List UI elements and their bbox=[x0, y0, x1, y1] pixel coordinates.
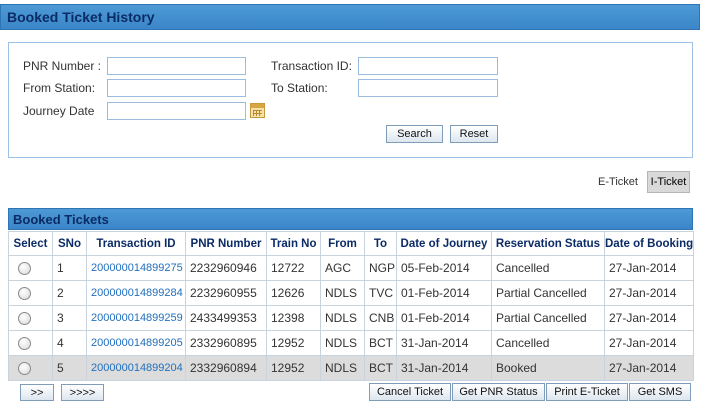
get-sms-button[interactable]: Get SMS bbox=[629, 383, 691, 401]
row-date-of-journey: 01-Feb-2014 bbox=[396, 305, 492, 331]
table-row[interactable]: 4 200000014899205 2332960895 12952 NDLS … bbox=[8, 330, 694, 356]
row-from: NDLS bbox=[320, 355, 365, 381]
row-train-no: 12722 bbox=[266, 255, 321, 281]
row-from: AGC bbox=[320, 255, 365, 281]
from-station-input[interactable] bbox=[107, 79, 246, 97]
row-date-of-booking: 27-Jan-2014 bbox=[604, 255, 694, 281]
row-train-no: 12952 bbox=[266, 330, 321, 356]
row-train-no: 12952 bbox=[266, 355, 321, 381]
transaction-id-label: Transaction ID: bbox=[271, 59, 352, 73]
row-pnr: 2332960895 bbox=[185, 330, 267, 356]
journey-date-label: Journey Date bbox=[23, 104, 95, 118]
row-select-radio[interactable] bbox=[18, 287, 31, 301]
row-pnr: 2232960955 bbox=[185, 280, 267, 306]
row-select-radio[interactable] bbox=[18, 362, 31, 376]
row-select-radio[interactable] bbox=[18, 337, 31, 351]
get-pnr-status-button[interactable]: Get PNR Status bbox=[452, 383, 545, 401]
col-from: From bbox=[320, 231, 365, 256]
row-sno: 5 bbox=[52, 355, 87, 381]
to-station-input[interactable] bbox=[358, 79, 498, 97]
row-sno: 2 bbox=[52, 280, 87, 306]
row-date-of-booking: 27-Jan-2014 bbox=[604, 305, 694, 331]
row-pnr: 2332960894 bbox=[185, 355, 267, 381]
row-date-of-booking: 27-Jan-2014 bbox=[604, 280, 694, 306]
row-pnr: 2433499353 bbox=[185, 305, 267, 331]
col-train-no: Train No bbox=[266, 231, 321, 256]
cancel-ticket-button[interactable]: Cancel Ticket bbox=[369, 383, 451, 401]
row-select-radio[interactable] bbox=[18, 262, 31, 276]
row-date-of-journey: 31-Jan-2014 bbox=[396, 355, 492, 381]
col-reservation-status: Reservation Status bbox=[491, 231, 605, 256]
row-sno: 1 bbox=[52, 255, 87, 281]
to-station-label: To Station: bbox=[271, 81, 328, 95]
booked-tickets-table: Select SNo Transaction ID PNR Number Tra… bbox=[8, 231, 694, 381]
row-date-of-booking: 27-Jan-2014 bbox=[604, 355, 694, 381]
table-header-row: Select SNo Transaction ID PNR Number Tra… bbox=[8, 231, 694, 256]
tab-iticket[interactable]: I-Ticket bbox=[647, 171, 690, 193]
table-row[interactable]: 1 200000014899275 2232960946 12722 AGC N… bbox=[8, 255, 694, 281]
row-from: NDLS bbox=[320, 330, 365, 356]
last-page-button[interactable]: >>>> bbox=[61, 384, 104, 401]
row-from: NDLS bbox=[320, 305, 365, 331]
row-to: TVC bbox=[364, 280, 397, 306]
reset-button[interactable]: Reset bbox=[450, 125, 498, 143]
row-status: Booked bbox=[491, 355, 605, 381]
row-sno: 3 bbox=[52, 305, 87, 331]
row-status: Partial Cancelled bbox=[491, 305, 605, 331]
table-row[interactable]: 2 200000014899284 2232960955 12626 NDLS … bbox=[8, 280, 694, 306]
pnr-input[interactable] bbox=[107, 57, 246, 75]
table-row[interactable]: 3 200000014899259 2433499353 12398 NDLS … bbox=[8, 305, 694, 331]
transaction-id-link[interactable]: 200000014899205 bbox=[86, 330, 186, 356]
search-button[interactable]: Search bbox=[386, 125, 443, 143]
next-page-button[interactable]: >> bbox=[20, 384, 54, 401]
from-station-label: From Station: bbox=[23, 81, 96, 95]
col-date-of-booking: Date of Booking bbox=[604, 231, 694, 256]
row-train-no: 12626 bbox=[266, 280, 321, 306]
row-train-no: 12398 bbox=[266, 305, 321, 331]
col-sno: SNo bbox=[52, 231, 87, 256]
row-to: BCT bbox=[364, 330, 397, 356]
col-transaction-id: Transaction ID bbox=[86, 231, 186, 256]
search-panel: PNR Number : Transaction ID: From Statio… bbox=[8, 42, 693, 158]
page-title: Booked Ticket History bbox=[7, 9, 155, 25]
print-eticket-button[interactable]: Print E-Ticket bbox=[546, 383, 628, 401]
journey-date-input[interactable] bbox=[107, 102, 246, 120]
row-status: Partial Cancelled bbox=[491, 280, 605, 306]
row-sno: 4 bbox=[52, 330, 87, 356]
row-date-of-journey: 31-Jan-2014 bbox=[396, 330, 492, 356]
transaction-id-link[interactable]: 200000014899204 bbox=[86, 355, 186, 381]
col-date-of-journey: Date of Journey bbox=[396, 231, 492, 256]
booked-tickets-title: Booked Tickets bbox=[13, 212, 109, 227]
tab-eticket[interactable]: E-Ticket bbox=[590, 171, 646, 193]
row-status: Cancelled bbox=[491, 330, 605, 356]
row-to: BCT bbox=[364, 355, 397, 381]
row-pnr: 2232960946 bbox=[185, 255, 267, 281]
table-row[interactable]: 5 200000014899204 2332960894 12952 NDLS … bbox=[8, 355, 694, 381]
calendar-icon[interactable] bbox=[250, 103, 265, 118]
transaction-id-link[interactable]: 200000014899275 bbox=[86, 255, 186, 281]
row-from: NDLS bbox=[320, 280, 365, 306]
col-select: Select bbox=[8, 231, 53, 256]
row-select-radio[interactable] bbox=[18, 312, 31, 326]
col-pnr-number: PNR Number bbox=[185, 231, 267, 256]
row-to: CNB bbox=[364, 305, 397, 331]
col-to: To bbox=[364, 231, 397, 256]
row-date-of-journey: 01-Feb-2014 bbox=[396, 280, 492, 306]
row-date-of-booking: 27-Jan-2014 bbox=[604, 330, 694, 356]
ticket-type-tabs: E-Ticket I-Ticket bbox=[590, 171, 690, 193]
row-to: NGP bbox=[364, 255, 397, 281]
transaction-id-link[interactable]: 200000014899259 bbox=[86, 305, 186, 331]
booked-tickets-header: Booked Tickets bbox=[8, 208, 693, 230]
page-title-bar: Booked Ticket History bbox=[0, 4, 700, 30]
transaction-id-input[interactable] bbox=[358, 57, 498, 75]
pnr-label: PNR Number : bbox=[23, 59, 102, 73]
row-date-of-journey: 05-Feb-2014 bbox=[396, 255, 492, 281]
row-status: Cancelled bbox=[491, 255, 605, 281]
transaction-id-link[interactable]: 200000014899284 bbox=[86, 280, 186, 306]
